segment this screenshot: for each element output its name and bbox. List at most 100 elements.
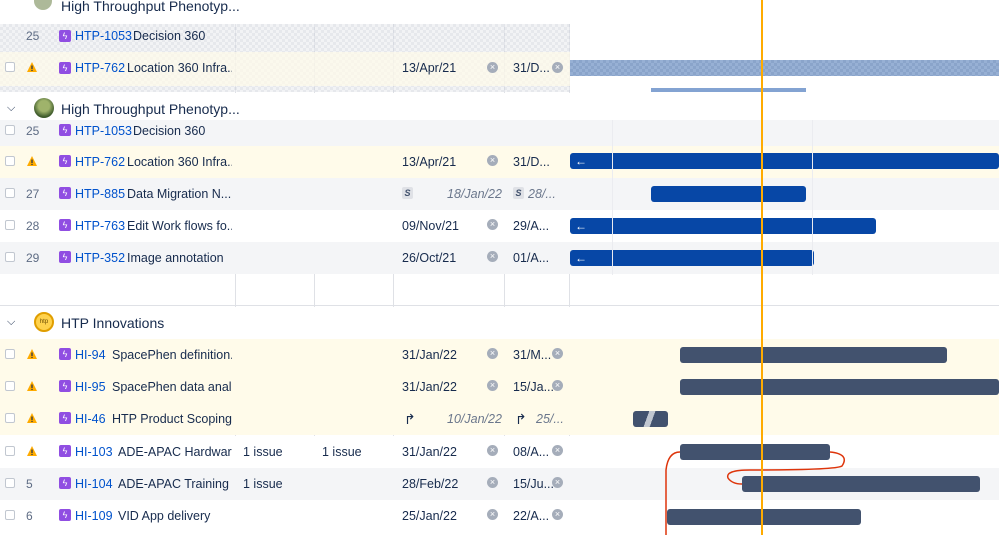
issue-key-link[interactable]: HTP-763 xyxy=(75,219,125,233)
arrow-left-icon: ← xyxy=(575,251,587,265)
row-checkbox[interactable] xyxy=(5,188,15,198)
issue-key-link[interactable]: HTP-1053 xyxy=(75,124,132,138)
clear-date-icon[interactable]: × xyxy=(487,380,498,391)
start-date: 31/Jan/22 xyxy=(402,348,457,362)
timeline-bar[interactable]: ← xyxy=(570,250,814,266)
table-row[interactable]: 29 ϟ HTP-352 Image annotation 26/Oct/21 … xyxy=(0,242,999,274)
timeline-bar[interactable]: ← xyxy=(570,218,876,234)
issue-key-link[interactable]: HTP-885 xyxy=(75,187,125,201)
warning-icon xyxy=(27,156,37,166)
chevron-down-icon[interactable]: ⌵ xyxy=(7,316,15,329)
story-icon: ϟ xyxy=(59,412,71,424)
table-row[interactable]: 27 ϟ HTP-885 Data Migration N... S 18/Ja… xyxy=(0,178,999,210)
row-checkbox[interactable] xyxy=(5,510,15,520)
story-icon: ϟ xyxy=(59,187,71,199)
issue-summary: Image annotation xyxy=(127,251,224,265)
row-number: 6 xyxy=(26,509,33,523)
clear-date-icon[interactable]: × xyxy=(487,509,498,520)
row-checkbox[interactable] xyxy=(5,125,15,135)
sticky-group-title: High Throughput Phenotyp... xyxy=(61,0,240,14)
timeline-bar[interactable] xyxy=(680,379,999,395)
row-checkbox[interactable] xyxy=(5,446,15,456)
timeline-bar[interactable]: ← xyxy=(570,153,999,169)
row-checkbox[interactable] xyxy=(5,220,15,230)
issue-key-link[interactable]: HI-104 xyxy=(75,477,113,491)
timeline-gridline xyxy=(612,120,613,275)
due-date: 01/A... xyxy=(513,251,550,265)
timeline-bar[interactable] xyxy=(633,411,668,427)
issue-key-link[interactable]: HTP-762 xyxy=(75,61,125,75)
child-issues-count[interactable]: 1 issue xyxy=(243,445,283,459)
issue-summary: Location 360 Infra... xyxy=(127,61,232,75)
inherited-date-icon: ↱ xyxy=(515,411,527,427)
group-title: HTP Innovations xyxy=(61,315,165,331)
due-date: 28/... xyxy=(528,187,556,201)
issue-summary: Location 360 Infra... xyxy=(127,155,232,169)
issue-summary: Decision 360 xyxy=(133,124,206,138)
due-date: 15/Ju... xyxy=(513,477,554,491)
table-row[interactable]: ϟ HI-95 SpacePhen data anal... 31/Jan/22… xyxy=(0,371,999,403)
issue-key-link[interactable]: HI-46 xyxy=(75,412,106,426)
issue-key-link[interactable]: HI-103 xyxy=(75,445,113,459)
issue-summary: Edit Work flows fo... xyxy=(127,219,232,233)
child-issues-count[interactable]: 1 issue xyxy=(243,477,283,491)
sprint-badge: S xyxy=(513,187,524,199)
chevron-down-icon[interactable]: ⌵ xyxy=(7,102,15,115)
row-checkbox[interactable] xyxy=(5,381,15,391)
story-icon: ϟ xyxy=(59,124,71,136)
inherited-date-icon: ↱ xyxy=(404,411,416,427)
story-icon: ϟ xyxy=(59,477,71,489)
table-row[interactable]: ϟ HTP-762 Location 360 Infra... 13/Apr/2… xyxy=(0,146,999,178)
due-date: 31/D... xyxy=(513,155,550,169)
clear-date-icon[interactable]: × xyxy=(487,445,498,456)
start-date: 25/Jan/22 xyxy=(402,509,457,523)
table-row[interactable]: ϟ HI-94 SpacePhen definition... 31/Jan/2… xyxy=(0,339,999,371)
table-row[interactable]: 25 ϟ HTP-1053 Decision 360 xyxy=(0,120,999,146)
story-icon: ϟ xyxy=(59,509,71,521)
clear-date-icon[interactable]: × xyxy=(487,251,498,262)
row-checkbox[interactable] xyxy=(5,413,15,423)
row-checkbox[interactable] xyxy=(5,349,15,359)
clear-date-icon[interactable]: × xyxy=(487,348,498,359)
clear-date-icon[interactable]: × xyxy=(487,62,498,73)
row-number: 25 xyxy=(26,124,40,138)
due-date: 25/... xyxy=(536,412,564,426)
clear-date-icon[interactable]: × xyxy=(487,477,498,488)
issue-key-link[interactable]: HTP-762 xyxy=(75,155,125,169)
table-row[interactable]: ϟ HI-46 HTP Product Scoping ↱ 10/Jan/22 … xyxy=(0,403,999,435)
clear-date-icon[interactable]: × xyxy=(487,219,498,230)
group-header[interactable]: ⌵ htp HTP Innovations xyxy=(0,307,999,339)
start-date: 18/Jan/22 xyxy=(447,187,502,201)
clear-date-icon[interactable]: × xyxy=(552,62,563,73)
start-date: 13/Apr/21 xyxy=(402,155,457,169)
row-number: 27 xyxy=(26,187,40,201)
story-icon: ϟ xyxy=(59,445,71,457)
issue-key-link[interactable]: HTP-1053 xyxy=(75,29,132,43)
row-checkbox[interactable] xyxy=(5,62,15,72)
issue-key-link[interactable]: HI-95 xyxy=(75,380,106,394)
row-checkbox[interactable] xyxy=(5,156,15,166)
row-number: 29 xyxy=(26,251,40,265)
story-icon: ϟ xyxy=(59,251,71,263)
warning-icon xyxy=(27,62,37,72)
row-checkbox[interactable] xyxy=(5,478,15,488)
plant-avatar-icon xyxy=(34,98,54,118)
timeline-bar[interactable] xyxy=(651,186,806,202)
linked-issues-count[interactable]: 1 issue xyxy=(322,445,362,459)
row-checkbox[interactable] xyxy=(5,252,15,262)
table-row[interactable]: 28 ϟ HTP-763 Edit Work flows fo... 09/No… xyxy=(0,210,999,242)
warning-icon xyxy=(27,446,37,456)
sprint-badge: S xyxy=(402,187,413,199)
clear-date-icon[interactable]: × xyxy=(552,348,563,359)
issue-key-link[interactable]: HTP-352 xyxy=(75,251,125,265)
clear-date-icon[interactable]: × xyxy=(487,155,498,166)
row-number: 28 xyxy=(26,219,40,233)
warning-icon xyxy=(27,413,37,423)
issue-summary: SpacePhen data anal... xyxy=(112,380,232,394)
clear-date-icon[interactable]: × xyxy=(552,380,563,391)
today-marker xyxy=(761,0,763,535)
due-date: 22/A... xyxy=(513,509,550,523)
issue-key-link[interactable]: HI-94 xyxy=(75,348,106,362)
issue-key-link[interactable]: HI-109 xyxy=(75,509,113,523)
timeline-bar[interactable] xyxy=(680,347,947,363)
